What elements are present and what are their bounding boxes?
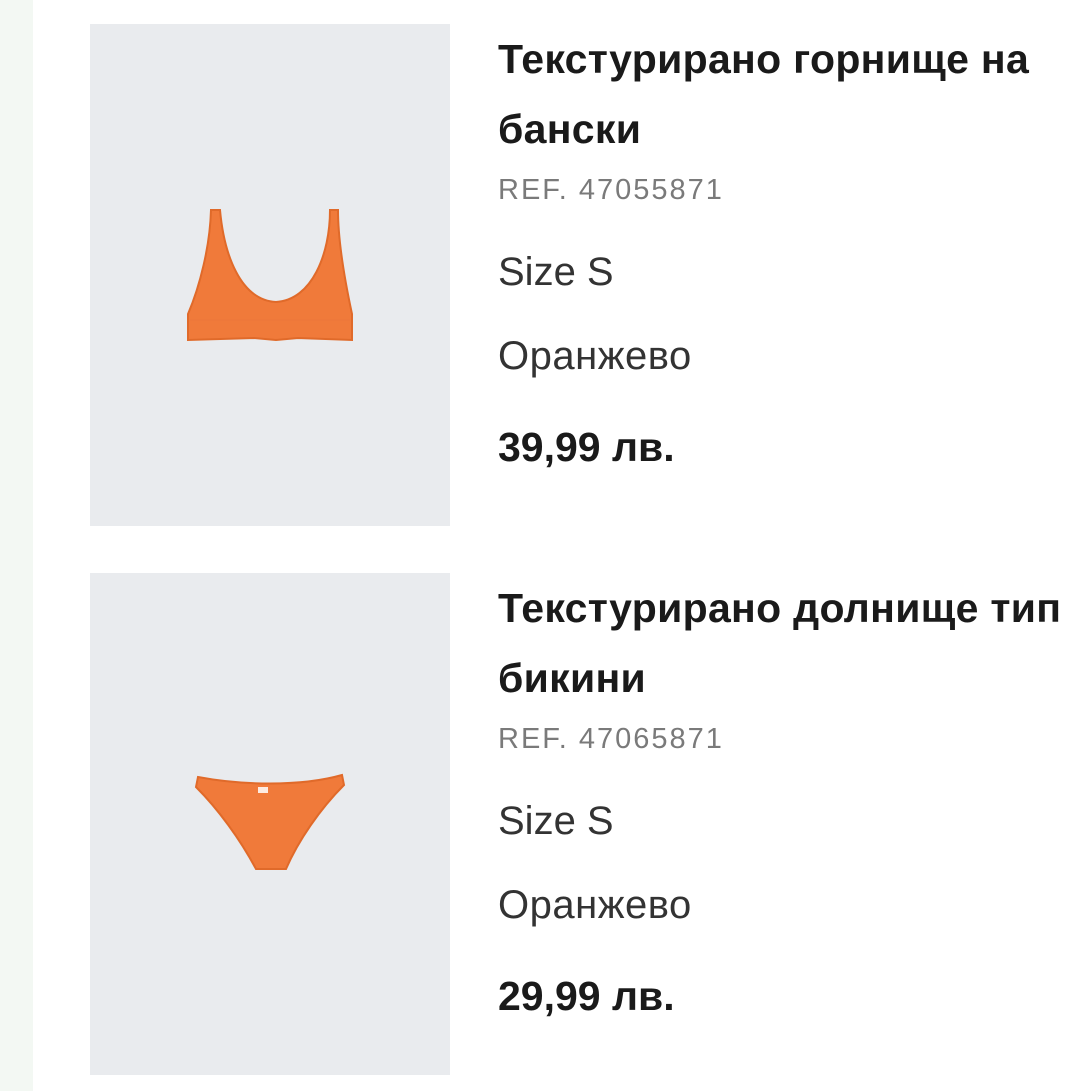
- cart-page: Текстурирано горнище на бански REF. 4705…: [0, 0, 1080, 1091]
- product-ref: REF. 47055871: [498, 174, 724, 206]
- product-size: Size S: [498, 799, 614, 843]
- product-size: Size S: [498, 250, 614, 294]
- left-edge-strip: [0, 0, 33, 1091]
- product-price: 39,99 лв.: [498, 424, 675, 470]
- product-title[interactable]: Текстурирано горнище на бански: [498, 24, 1078, 164]
- cart-item: Текстурирано долнище тип бикини REF. 470…: [90, 573, 1080, 1075]
- bikini-bottom-image: [194, 773, 346, 870]
- product-image[interactable]: [90, 24, 450, 526]
- cart-item: Текстурирано горнище на бански REF. 4705…: [90, 24, 1080, 526]
- product-ref: REF. 47065871: [498, 723, 724, 755]
- product-color: Оранжево: [498, 883, 692, 927]
- product-title[interactable]: Текстурирано долнище тип бикини: [498, 573, 1078, 713]
- product-price: 29,99 лв.: [498, 973, 675, 1019]
- product-image[interactable]: [90, 573, 450, 1075]
- bikini-top-image: [187, 209, 353, 342]
- product-color: Оранжево: [498, 334, 692, 378]
